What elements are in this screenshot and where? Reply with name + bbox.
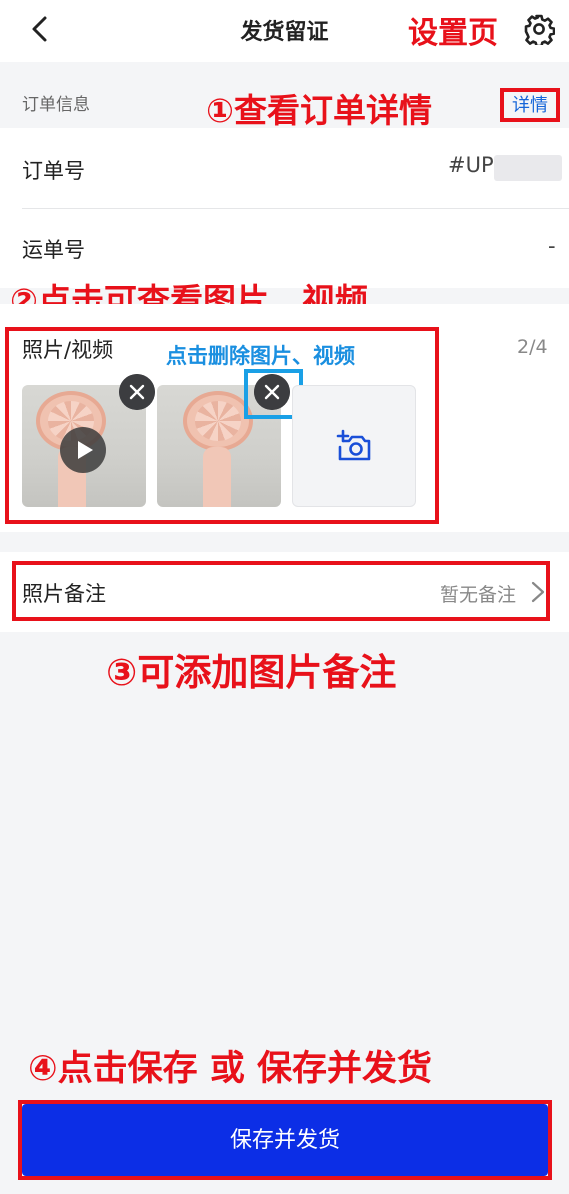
order-detail-link[interactable]: 详情 [500,88,560,122]
order-info-section-label: 订单信息 [22,95,90,115]
camera-add-icon [336,429,371,461]
order-number-redacted [494,155,562,181]
gear-icon[interactable] [523,13,555,45]
waybill-label: 运单号 [22,238,85,262]
media-count: 2/4 [517,336,548,358]
annotation-save: ④点击保存 或 保存并发货 [28,1049,433,1089]
annotation-view-order-detail: ①查看订单详情 [206,91,432,130]
photo-note-label: 照片备注 [22,582,106,606]
annotation-settings-page: 设置页 [408,16,498,51]
save-and-ship-button[interactable]: 保存并发货 [22,1104,548,1176]
photo-note-value[interactable]: 暂无备注 [440,580,516,607]
delete-media-close-icon[interactable] [254,374,290,410]
order-number-label: 订单号 [22,159,85,183]
order-number-value: #UP [448,153,494,177]
waybill-value: - [548,234,556,258]
add-media-tile[interactable] [292,385,416,507]
divider [22,208,569,209]
fan-blades [195,401,241,441]
annotation-delete-media: 点击删除图片、视频 [166,344,355,368]
media-title: 照片/视频 [22,338,114,362]
delete-media-close-icon[interactable] [119,374,155,410]
play-icon[interactable] [60,427,106,473]
annotation-add-note: ③可添加图片备注 [106,651,397,694]
fan-handle [203,447,231,507]
chevron-right-icon[interactable] [530,580,546,604]
